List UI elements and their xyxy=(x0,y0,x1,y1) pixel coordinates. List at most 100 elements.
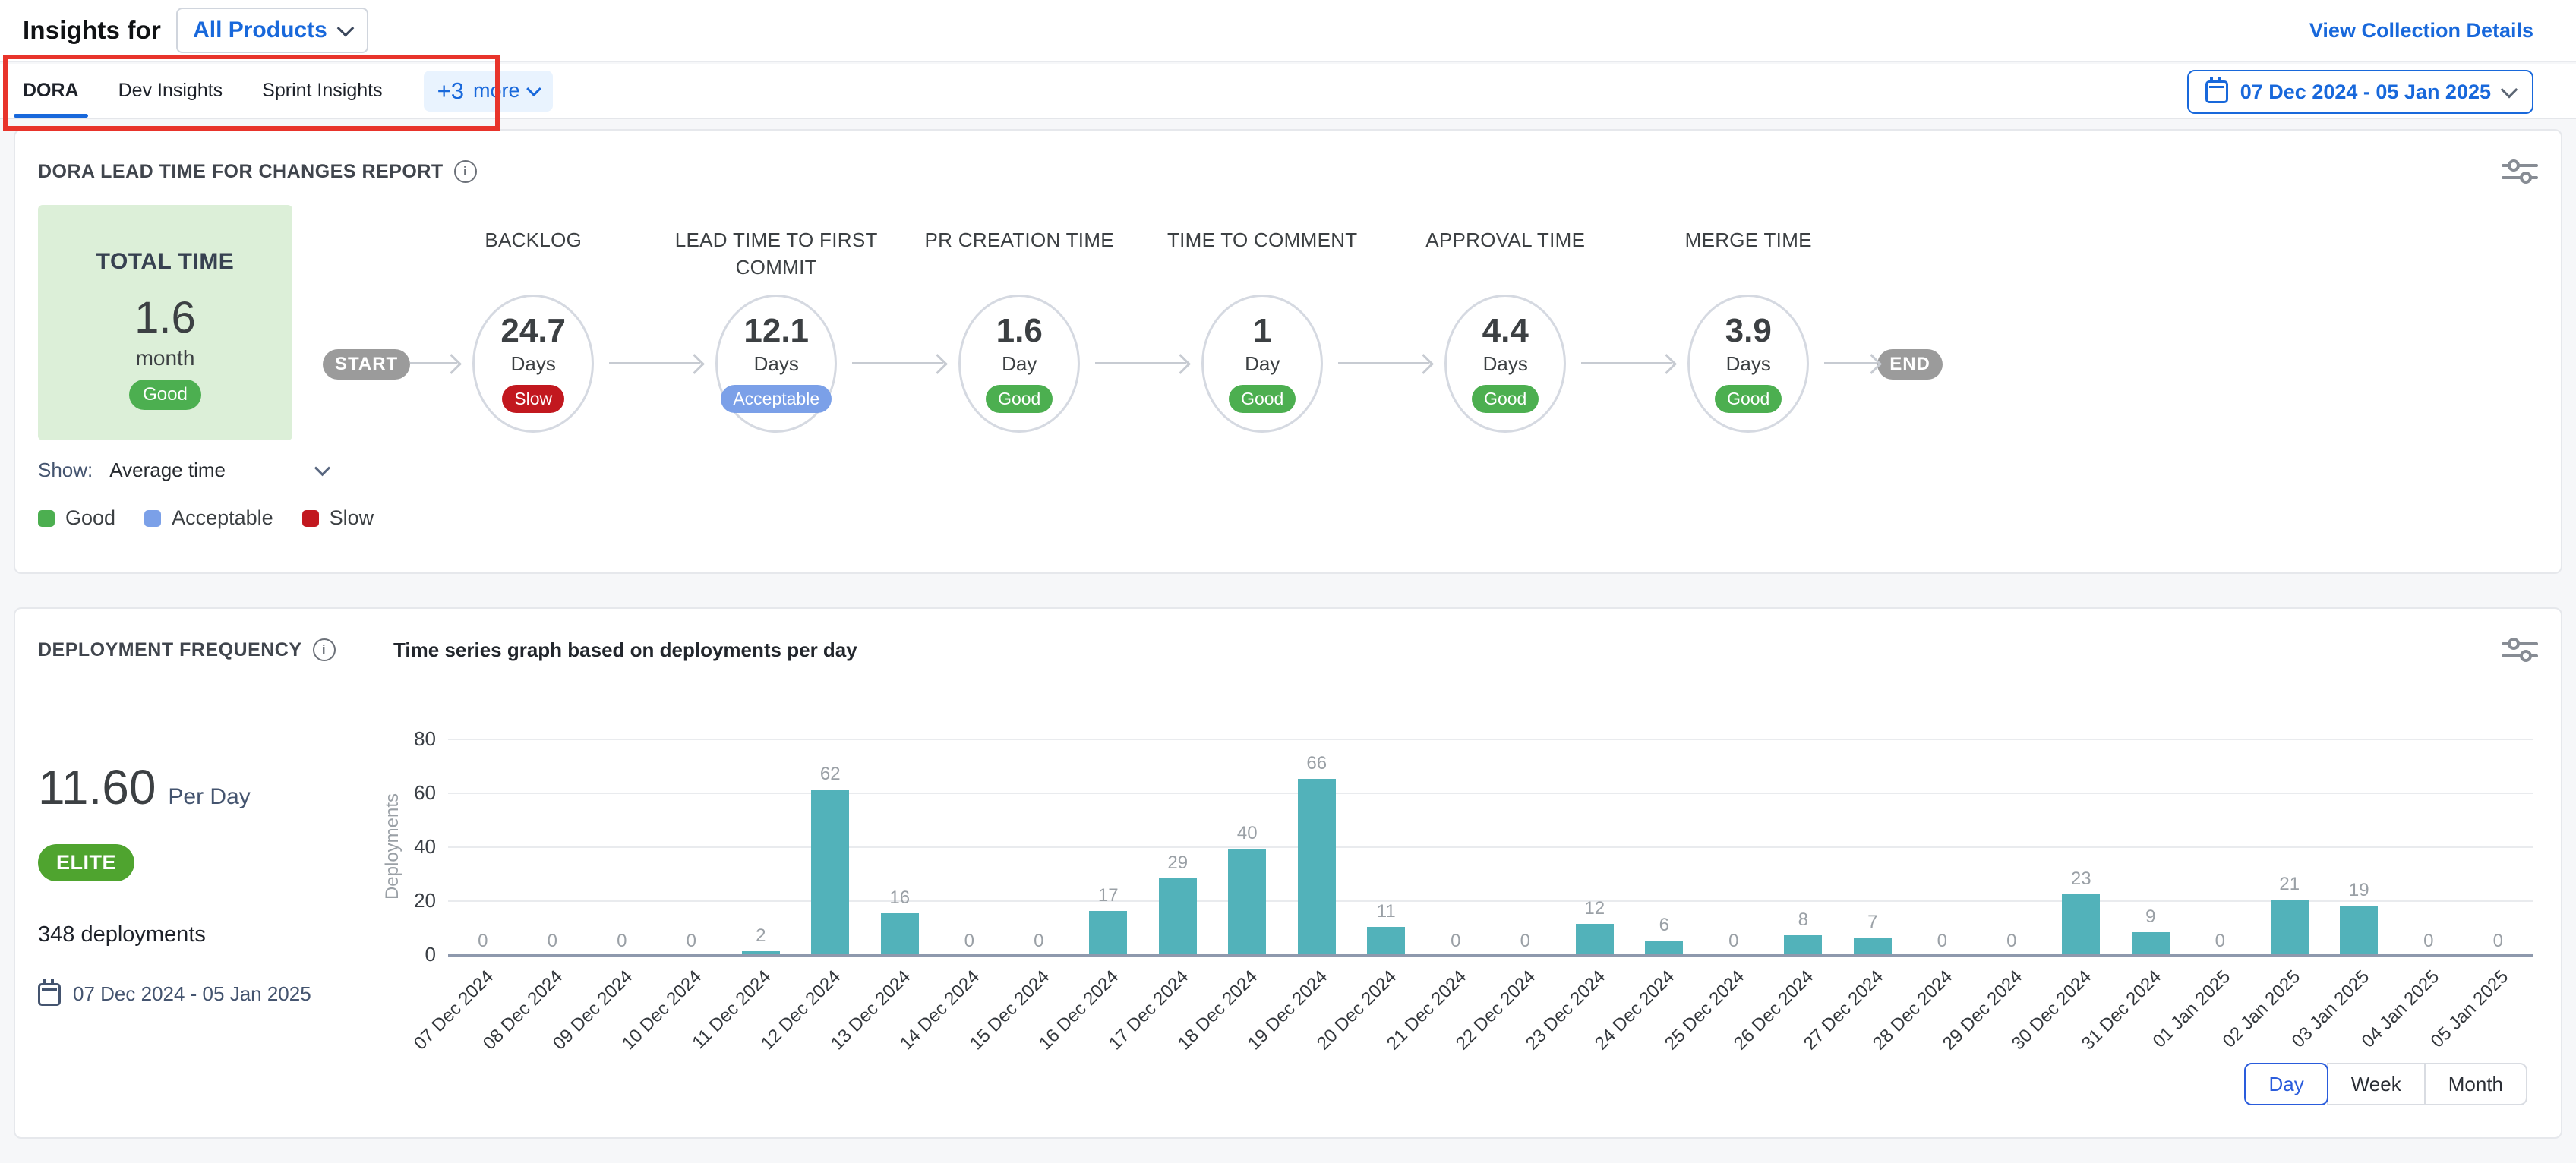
bar-value-label: 2 xyxy=(756,925,766,947)
bar-value-label: 0 xyxy=(2493,931,2503,952)
stage-value: 3.9 xyxy=(1725,314,1772,348)
bar-value-label: 0 xyxy=(1451,931,1460,952)
legend-item-acceptable: Acceptable xyxy=(144,506,273,530)
bar-slot: 0 xyxy=(1491,729,1561,957)
bar-slot: 0 xyxy=(518,729,588,957)
info-icon[interactable]: i xyxy=(454,160,477,183)
bar xyxy=(2271,900,2309,957)
bar-value-label: 7 xyxy=(1867,912,1877,933)
flow-arrow-icon xyxy=(609,362,700,364)
y-tick-label: 20 xyxy=(387,889,436,912)
granularity-week-button[interactable]: Week xyxy=(2327,1063,2426,1105)
bar-value-label: 0 xyxy=(1728,931,1738,952)
more-tabs-label: more xyxy=(473,79,520,102)
product-selector-dropdown[interactable]: All Products xyxy=(176,8,368,53)
bar-value-label: 17 xyxy=(1098,885,1119,906)
stage-value: 4.4 xyxy=(1482,314,1529,348)
bar xyxy=(1576,924,1614,957)
total-time-value: 1.6 xyxy=(134,296,196,340)
info-icon[interactable]: i xyxy=(313,638,336,661)
stage-circle: 24.7DaysSlow xyxy=(472,295,594,433)
flow-start-pill: START xyxy=(323,349,410,380)
bar-value-label: 6 xyxy=(1659,915,1669,936)
bar-slot: 62 xyxy=(796,729,866,957)
deployments-bar-chart: Deployments 0000262160017294066110012608… xyxy=(372,674,2538,1057)
legend-swatch xyxy=(302,510,319,527)
page-title: Insights for xyxy=(23,16,161,45)
bar-slot: 0 xyxy=(1977,729,2047,957)
y-tick-label: 0 xyxy=(387,943,436,966)
chart-settings-icon[interactable] xyxy=(2502,630,2538,670)
bar xyxy=(1367,927,1405,957)
status-badge: Good xyxy=(1715,385,1782,413)
bar-slot: 21 xyxy=(2255,729,2325,957)
stage-unit: Days xyxy=(754,352,799,376)
bar-slot: 17 xyxy=(1074,729,1144,957)
more-tabs-dropdown[interactable]: +3 more xyxy=(424,71,554,112)
deployment-panel-title: DEPLOYMENT FREQUENCY i xyxy=(38,638,336,661)
flow-arrow-icon xyxy=(410,362,457,364)
view-collection-details-link[interactable]: View Collection Details xyxy=(2309,19,2533,43)
stage-circle: 4.4DaysGood xyxy=(1444,295,1566,433)
stage-unit: Day xyxy=(1002,352,1037,376)
granularity-day-button[interactable]: Day xyxy=(2244,1063,2328,1105)
tab-sprint-insights[interactable]: Sprint Insights xyxy=(262,64,382,118)
bar-value-label: 0 xyxy=(1937,931,1947,952)
bar-slot: 9 xyxy=(2116,729,2186,957)
y-tick-label: 80 xyxy=(387,727,436,751)
bar-value-label: 0 xyxy=(478,931,488,952)
bar-slot: 29 xyxy=(1143,729,1213,957)
bar-slot: 0 xyxy=(587,729,657,957)
date-range-picker[interactable]: 07 Dec 2024 - 05 Jan 2025 xyxy=(2187,70,2533,114)
show-label: Show: xyxy=(38,459,93,482)
granularity-month-button[interactable]: Month xyxy=(2424,1063,2527,1105)
bar-slot: 6 xyxy=(1630,729,1700,957)
deployment-summary: 11.60 Per Day ELITE 348 deployments 07 D… xyxy=(38,674,372,1057)
x-label-cell: 05 Jan 2025 xyxy=(2464,966,2533,1057)
total-time-status-badge: Good xyxy=(129,380,201,410)
bar xyxy=(1228,849,1266,957)
flow-arrow-icon xyxy=(1581,362,1672,364)
insights-tab-bar: DORADev InsightsSprint Insights +3 more … xyxy=(0,64,2576,119)
lead-time-panel-header: DORA LEAD TIME FOR CHANGES REPORT i xyxy=(38,152,2538,191)
lead-time-panel: DORA LEAD TIME FOR CHANGES REPORT i TOTA… xyxy=(14,129,2562,574)
bar-slot: 0 xyxy=(1004,729,1074,957)
chevron-down-icon[interactable] xyxy=(314,460,330,476)
bar-slot: 2 xyxy=(726,729,796,957)
status-badge: Good xyxy=(986,385,1053,413)
deployment-rate-unit: Per Day xyxy=(168,784,250,810)
total-time-unit: month xyxy=(136,346,195,370)
status-badge: Acceptable xyxy=(721,385,832,413)
tab-dev-insights[interactable]: Dev Insights xyxy=(118,64,223,118)
bar-value-label: 29 xyxy=(1167,853,1188,874)
bar-value-label: 23 xyxy=(2071,868,2091,890)
lead-time-panel-title: DORA LEAD TIME FOR CHANGES REPORT i xyxy=(38,160,477,183)
chart-settings-icon[interactable] xyxy=(2502,152,2538,191)
total-time-card: TOTAL TIME 1.6 month Good xyxy=(38,205,292,440)
legend-swatch xyxy=(144,510,161,527)
show-value-dropdown[interactable]: Average time xyxy=(109,459,226,482)
calendar-icon xyxy=(2205,80,2228,103)
bar-value-label: 66 xyxy=(1306,753,1327,774)
bar xyxy=(2132,932,2170,957)
bar-slot: 0 xyxy=(2464,729,2533,957)
bar-slot: 0 xyxy=(2186,729,2256,957)
bar-value-label: 0 xyxy=(2215,931,2225,952)
bar-slot: 7 xyxy=(1838,729,1908,957)
flow-arrow-icon xyxy=(1824,362,1877,364)
tab-dora[interactable]: DORA xyxy=(23,64,79,118)
granularity-toggle: DayWeekMonth xyxy=(2244,1063,2527,1105)
bar-value-label: 9 xyxy=(2145,906,2155,928)
slider-row-icon xyxy=(2502,164,2538,167)
bar-value-label: 8 xyxy=(1798,909,1808,931)
more-tabs-count: +3 xyxy=(437,77,464,105)
bar-value-label: 40 xyxy=(1237,823,1258,844)
bar-slot: 8 xyxy=(1769,729,1839,957)
bar-slot: 0 xyxy=(1421,729,1491,957)
stage-label: TIME TO COMMENT xyxy=(1137,205,1387,295)
deployment-date-range: 07 Dec 2024 - 05 Jan 2025 xyxy=(38,982,372,1006)
stage-circle: 1DayGood xyxy=(1201,295,1323,433)
total-time-label: TOTAL TIME xyxy=(96,249,235,275)
bar-slot: 23 xyxy=(2047,729,2117,957)
bar-slot: 0 xyxy=(1699,729,1769,957)
